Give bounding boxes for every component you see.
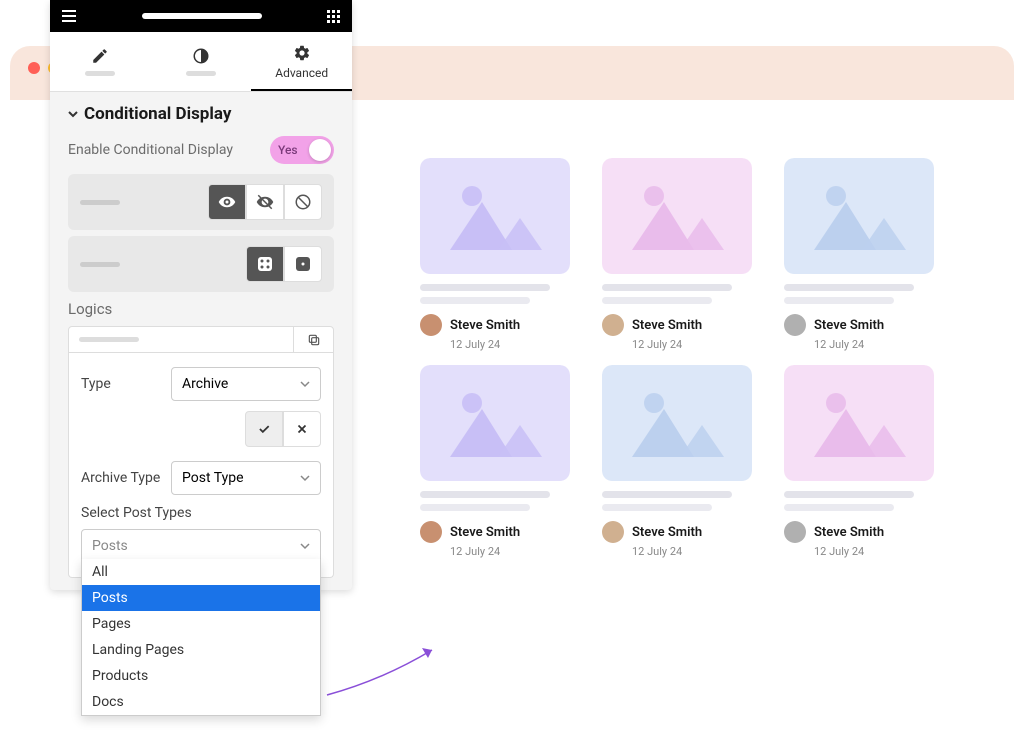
check-icon bbox=[257, 422, 271, 436]
post-date: 12 July 24 bbox=[814, 338, 954, 351]
close-icon bbox=[295, 422, 309, 436]
avatar bbox=[602, 521, 624, 543]
visibility-strip bbox=[68, 174, 334, 230]
duplicate-button[interactable] bbox=[293, 327, 333, 352]
post-card[interactable]: Steve Smith 12 July 24 bbox=[784, 365, 954, 558]
panel-tabs: Advanced bbox=[50, 32, 352, 92]
visible-button[interactable] bbox=[208, 184, 246, 220]
ban-icon bbox=[294, 193, 312, 211]
post-card[interactable]: Steve Smith 12 July 24 bbox=[602, 365, 772, 558]
post-date: 12 July 24 bbox=[814, 545, 954, 558]
post-grid: Steve Smith 12 July 24 Steve Smith 12 Ju… bbox=[420, 158, 954, 558]
match-strip bbox=[68, 236, 334, 292]
post-author: Steve Smith bbox=[602, 314, 772, 336]
chevron-down-icon bbox=[68, 109, 78, 119]
post-card[interactable]: Steve Smith 12 July 24 bbox=[602, 158, 772, 351]
avatar bbox=[420, 314, 442, 336]
avatar bbox=[420, 521, 442, 543]
dropdown-option[interactable]: All bbox=[82, 559, 320, 585]
post-date: 12 July 24 bbox=[450, 338, 590, 351]
match-any-button[interactable] bbox=[284, 246, 322, 282]
type-select[interactable]: Archive bbox=[171, 367, 321, 401]
avatar bbox=[784, 521, 806, 543]
post-excerpt bbox=[602, 284, 772, 304]
post-thumbnail bbox=[784, 158, 934, 274]
post-excerpt bbox=[420, 491, 590, 511]
post-date: 12 July 24 bbox=[632, 338, 772, 351]
post-author: Steve Smith bbox=[602, 521, 772, 543]
dot-icon bbox=[295, 256, 311, 272]
editor-panel: Advanced Conditional Display Enable Cond… bbox=[50, 0, 352, 590]
dropdown-option[interactable]: Landing Pages bbox=[82, 637, 320, 663]
post-card[interactable]: Steve Smith 12 July 24 bbox=[420, 365, 590, 558]
post-date: 12 July 24 bbox=[450, 545, 590, 558]
dropdown-option[interactable]: Products bbox=[82, 663, 320, 689]
enable-label: Enable Conditional Display bbox=[68, 142, 233, 158]
post-excerpt bbox=[784, 491, 954, 511]
section-title: Conditional Display bbox=[84, 104, 231, 124]
post-thumbnail bbox=[784, 365, 934, 481]
author-name: Steve Smith bbox=[450, 318, 520, 333]
logics-heading: Logics bbox=[68, 300, 334, 318]
post-author: Steve Smith bbox=[784, 521, 954, 543]
post-author: Steve Smith bbox=[420, 521, 590, 543]
hidden-button[interactable] bbox=[246, 184, 284, 220]
cancel-button[interactable] bbox=[283, 411, 321, 447]
post-thumbnail bbox=[420, 365, 570, 481]
author-name: Steve Smith bbox=[450, 525, 520, 540]
archive-type-label: Archive Type bbox=[81, 470, 171, 486]
post-thumbnail bbox=[602, 158, 752, 274]
tab-advanced-label: Advanced bbox=[275, 66, 328, 80]
post-excerpt bbox=[602, 491, 772, 511]
archive-type-select[interactable]: Post Type bbox=[171, 461, 321, 495]
logic-body: Type Archive Archive Type Post Type Sele… bbox=[68, 353, 334, 578]
post-types-dropdown: AllPostsPagesLanding PagesProductsDocs bbox=[81, 559, 321, 716]
chevron-down-icon bbox=[300, 473, 310, 483]
post-excerpt bbox=[420, 284, 590, 304]
confirm-button[interactable] bbox=[245, 411, 283, 447]
post-excerpt bbox=[784, 284, 954, 304]
dropdown-option[interactable]: Pages bbox=[82, 611, 320, 637]
chevron-down-icon bbox=[300, 541, 310, 551]
match-all-button[interactable] bbox=[246, 246, 284, 282]
type-label: Type bbox=[81, 376, 171, 392]
tab-advanced[interactable]: Advanced bbox=[251, 32, 352, 91]
contrast-icon bbox=[192, 47, 210, 65]
enable-toggle[interactable]: Yes bbox=[270, 136, 334, 164]
disabled-button[interactable] bbox=[284, 184, 322, 220]
avatar bbox=[602, 314, 624, 336]
author-name: Steve Smith bbox=[632, 525, 702, 540]
apps-icon[interactable] bbox=[327, 10, 340, 23]
section-header[interactable]: Conditional Display bbox=[68, 104, 334, 124]
avatar bbox=[784, 314, 806, 336]
logic-header bbox=[68, 326, 334, 353]
chevron-down-icon bbox=[300, 379, 310, 389]
tab-style[interactable] bbox=[151, 32, 252, 91]
post-card[interactable]: Steve Smith 12 July 24 bbox=[784, 158, 954, 351]
dropdown-option[interactable]: Posts bbox=[82, 585, 320, 611]
eye-icon bbox=[218, 193, 236, 211]
post-date: 12 July 24 bbox=[632, 545, 772, 558]
panel-title-placeholder bbox=[142, 13, 262, 19]
post-thumbnail bbox=[420, 158, 570, 274]
post-thumbnail bbox=[602, 365, 752, 481]
author-name: Steve Smith bbox=[814, 525, 884, 540]
copy-icon bbox=[307, 333, 321, 347]
author-name: Steve Smith bbox=[632, 318, 702, 333]
post-card[interactable]: Steve Smith 12 July 24 bbox=[420, 158, 590, 351]
panel-topbar bbox=[50, 0, 352, 32]
tab-content[interactable] bbox=[50, 32, 151, 91]
eye-off-icon bbox=[256, 193, 274, 211]
post-author: Steve Smith bbox=[420, 314, 590, 336]
gear-icon bbox=[293, 44, 311, 62]
author-name: Steve Smith bbox=[814, 318, 884, 333]
menu-icon[interactable] bbox=[62, 10, 76, 22]
select-post-types-label: Select Post Types bbox=[81, 505, 321, 521]
pencil-icon bbox=[91, 47, 109, 65]
dice-icon bbox=[257, 256, 273, 272]
dropdown-option[interactable]: Docs bbox=[82, 689, 320, 715]
post-author: Steve Smith bbox=[784, 314, 954, 336]
post-types-select[interactable]: Posts bbox=[81, 529, 321, 563]
